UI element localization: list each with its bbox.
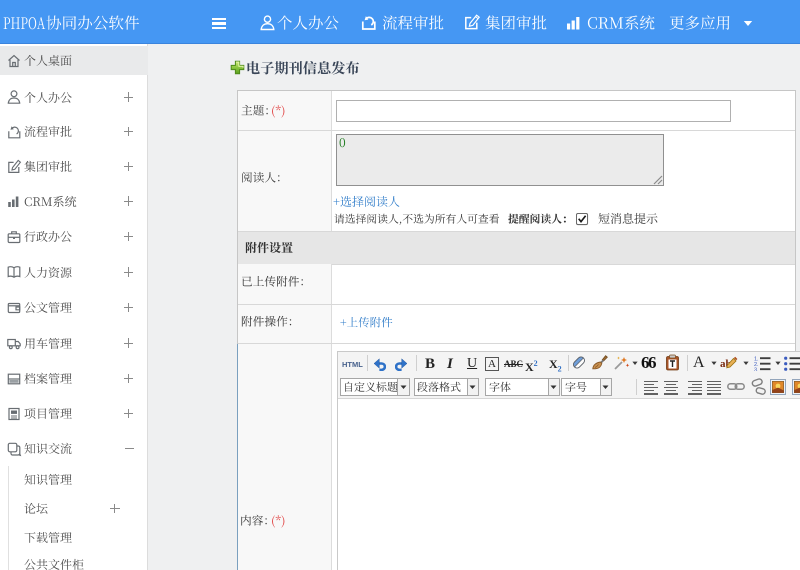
svg-text:3.: 3. [754,367,759,371]
